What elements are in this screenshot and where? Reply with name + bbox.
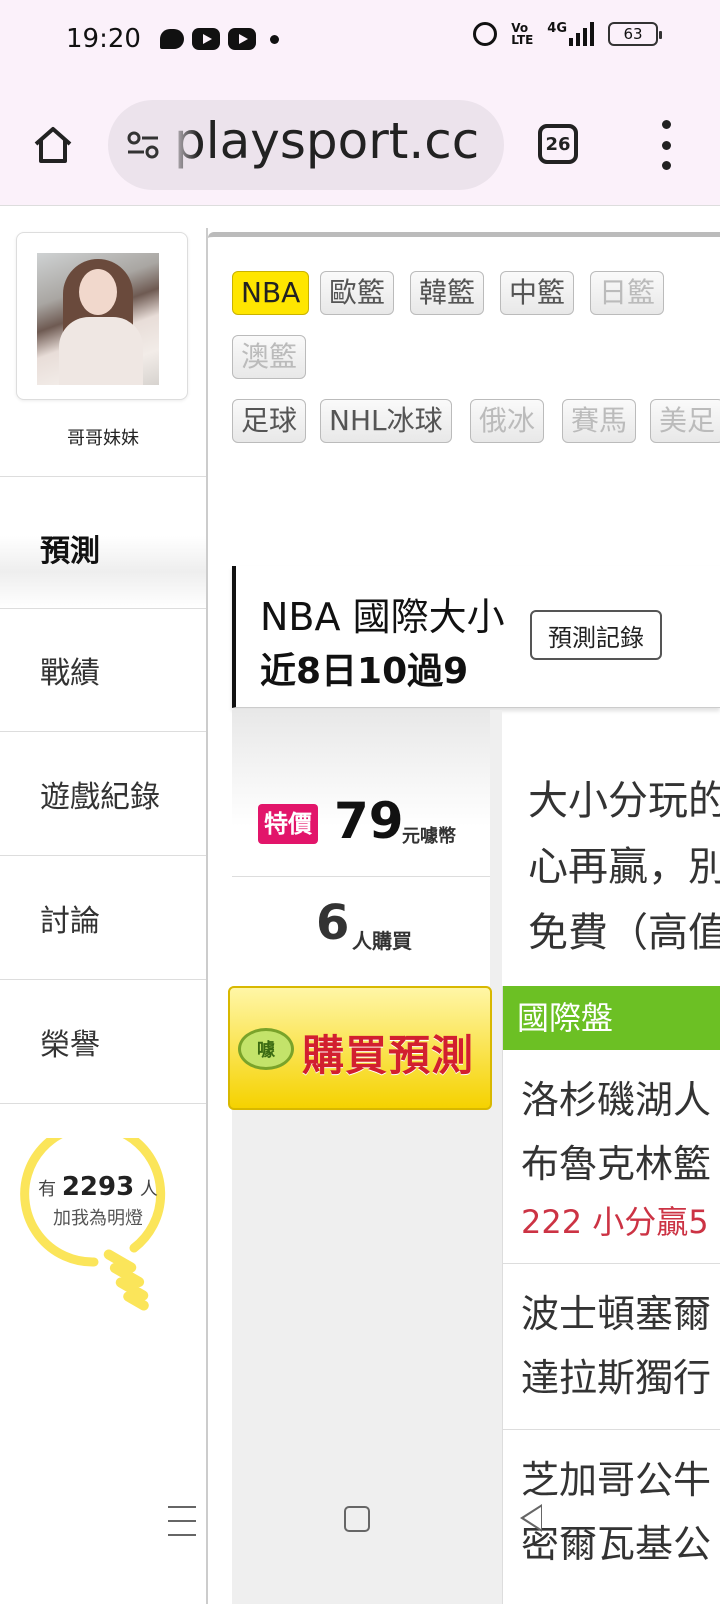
game-team: 密爾瓦基公 xyxy=(521,1522,712,1566)
description-line: 大小分玩的 xyxy=(528,778,720,824)
game-team: 布魯克林籃 xyxy=(521,1142,712,1186)
profile-card[interactable] xyxy=(16,232,188,400)
follower-text: 有 2293 人 加我為明燈 xyxy=(14,1172,182,1230)
divider xyxy=(0,476,208,486)
game-item[interactable]: 波士頓塞爾 達拉斯獨行 xyxy=(503,1264,720,1430)
game-item[interactable]: 洛杉磯湖人 布魯克林籃 222 小分贏5 xyxy=(503,1050,720,1264)
side-menu-predict[interactable]: 預測 xyxy=(0,488,208,608)
url-fade xyxy=(168,100,198,190)
tab-switcher-button[interactable]: 26 xyxy=(538,124,578,164)
price-unit: 元噱幣 xyxy=(402,826,456,847)
side-menu-honor[interactable]: 榮譽 xyxy=(0,980,208,1104)
price-panel: 特價 79 元噱幣 6 人購買 噱 購買預測 xyxy=(228,710,502,1604)
coin-badge-icon: 噱 xyxy=(238,1028,294,1070)
follower-count: 2293 xyxy=(61,1172,135,1202)
game-team: 波士頓塞爾 xyxy=(521,1292,712,1336)
game-result: 222 小分贏5 xyxy=(521,1203,709,1241)
buy-prediction-label: 購買預測 xyxy=(302,1031,475,1080)
tag-nba[interactable]: NBA xyxy=(232,271,310,315)
category-tags: NBA 歐籃 韓籃 中籃 日籃 澳籃 足球 NHL冰球 俄冰 賽馬 美足 xyxy=(208,232,720,468)
url-text[interactable]: playsport.cc xyxy=(174,112,479,170)
browser-menu-button[interactable] xyxy=(656,120,676,170)
back-button[interactable] xyxy=(520,1504,542,1532)
youtube-notification-icon xyxy=(192,28,220,50)
special-price-badge: 特價 xyxy=(258,804,318,844)
tag-euro-basketball[interactable]: 歐籃 xyxy=(320,271,395,315)
game-team: 洛杉磯湖人 xyxy=(521,1078,712,1122)
price-value: 79 xyxy=(334,792,404,850)
alarm-icon xyxy=(473,22,498,46)
buyer-label: 人購買 xyxy=(352,929,412,953)
side-menu-game-history[interactable]: 遊戲紀錄 xyxy=(0,732,208,856)
network-type: 4G xyxy=(547,20,567,36)
home-button[interactable] xyxy=(30,122,76,168)
tag-american-football[interactable]: 美足 xyxy=(650,399,720,443)
games-header: 國際盤 xyxy=(503,986,720,1050)
tag-china-basketball[interactable]: 中籃 xyxy=(500,271,575,315)
game-team: 達拉斯獨行 xyxy=(521,1356,712,1400)
recents-button[interactable] xyxy=(168,1506,196,1536)
description-line: 心再贏，別 xyxy=(528,844,720,890)
side-menu-record[interactable]: 戰績 xyxy=(0,608,208,732)
menu-dot-icon xyxy=(661,120,671,129)
notification-icons xyxy=(160,28,279,50)
price-box: 特價 79 元噱幣 xyxy=(232,710,490,876)
youtube-notification-icon-2 xyxy=(228,28,256,50)
side-menu: 預測 戰績 遊戲紀錄 討論 榮譽 xyxy=(0,488,208,1104)
profile-name[interactable]: 哥哥妹妹 xyxy=(0,424,206,450)
chat-notification-icon xyxy=(160,29,184,49)
buy-prediction-button[interactable]: 噱 購買預測 xyxy=(228,986,492,1110)
volte-icon: Vo LTE xyxy=(511,21,534,47)
site-settings-icon[interactable] xyxy=(126,130,160,160)
recents-line-icon xyxy=(168,1520,196,1522)
side-menu-discussion[interactable]: 討論 xyxy=(0,856,208,980)
signal-icon xyxy=(569,22,594,46)
prediction-description: 大小分玩的 心再贏，別 免費（高值 xyxy=(528,768,720,966)
battery-icon: 63 xyxy=(608,22,662,46)
follower-prefix: 有 xyxy=(38,1179,57,1200)
follower-suffix: 人 xyxy=(139,1179,158,1200)
tag-korea-basketball[interactable]: 韓籃 xyxy=(410,271,485,315)
home-icon xyxy=(34,127,72,163)
follower-sub: 加我為明燈 xyxy=(53,1208,143,1229)
address-bar[interactable]: playsport.cc xyxy=(108,100,504,190)
browser-toolbar: playsport.cc 26 xyxy=(0,82,720,206)
tag-aus-basketball[interactable]: 澳籃 xyxy=(232,335,307,379)
lightbulb-icon xyxy=(20,1138,166,1311)
prediction-history-button[interactable]: 預測記錄 xyxy=(530,610,662,660)
status-time: 19:20 xyxy=(66,24,141,54)
system-icons: Vo LTE 4G 63 xyxy=(473,20,662,47)
buyer-count: 6 xyxy=(316,895,350,951)
prediction-title: NBA 國際大小 xyxy=(260,595,505,639)
tag-nhl[interactable]: NHL冰球 xyxy=(320,399,452,443)
buyers-box: 6 人購買 xyxy=(232,876,490,986)
game-team: 芝加哥公牛 xyxy=(521,1458,712,1502)
menu-dot-icon xyxy=(661,161,671,170)
follow-lightbulb[interactable]: 有 2293 人 加我為明燈 xyxy=(14,1138,194,1328)
recents-line-icon xyxy=(168,1534,196,1536)
description-line: 免費（高值 xyxy=(528,910,720,956)
tag-russia-hockey[interactable]: 俄冰 xyxy=(470,399,545,443)
tag-soccer[interactable]: 足球 xyxy=(232,399,307,443)
status-bar: 19:20 Vo LTE 4G 63 xyxy=(0,0,720,82)
prediction-header: NBA 國際大小 近8日10過9 預測記錄 xyxy=(232,566,720,708)
nav-home-button[interactable] xyxy=(344,1506,370,1532)
avatar[interactable] xyxy=(37,253,159,385)
recents-line-icon xyxy=(168,1506,196,1508)
tag-japan-basketball[interactable]: 日籃 xyxy=(590,271,665,315)
prediction-record: 近8日10過9 xyxy=(260,651,469,692)
more-notifications-dot-icon xyxy=(270,34,279,44)
menu-dot-icon xyxy=(661,140,671,150)
tag-horse-racing[interactable]: 賽馬 xyxy=(562,399,637,443)
